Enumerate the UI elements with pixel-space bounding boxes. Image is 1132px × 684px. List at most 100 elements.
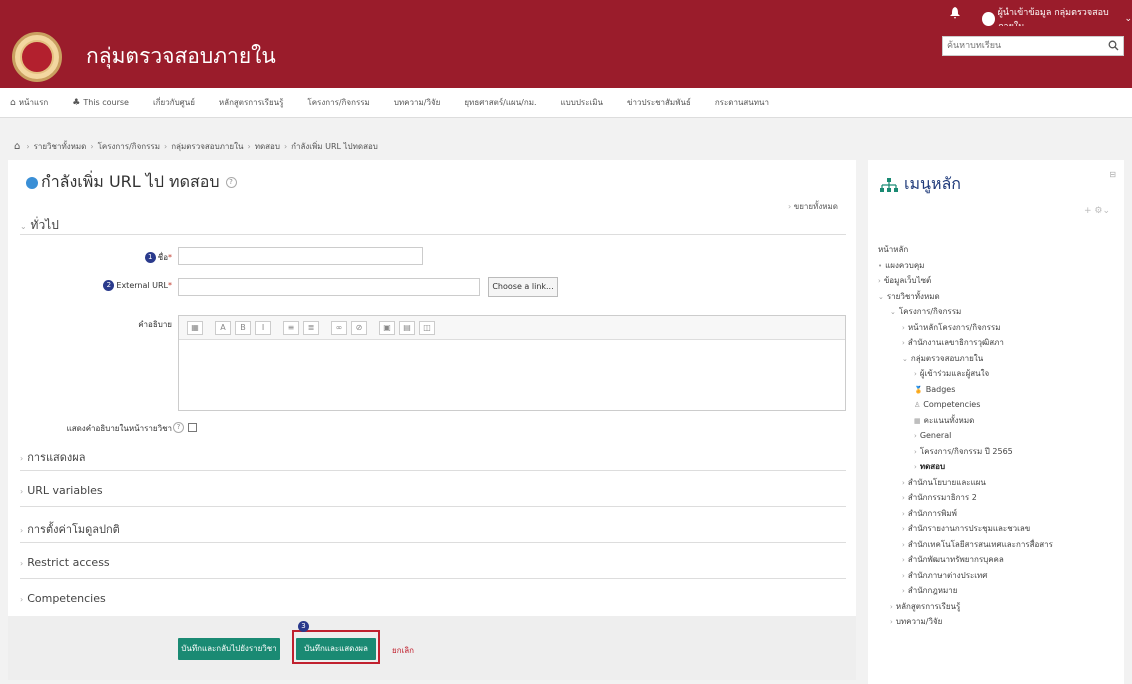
tree-item-label: หน้าหลัก — [878, 245, 909, 254]
toolbar-toggle-icon[interactable]: ▦ — [187, 320, 203, 335]
tree-item[interactable]: › General — [878, 428, 1053, 444]
tree-item[interactable]: › สำนักภาษาต่างประเทศ — [878, 568, 1053, 584]
tree-expander-icon: › — [878, 277, 881, 285]
image-icon[interactable]: ▣ — [379, 320, 395, 335]
tree-item[interactable]: › ทดสอบ — [878, 459, 1053, 475]
tree-item[interactable]: ▦ คะแนนทั้งหมด — [878, 413, 1053, 429]
name-field[interactable] — [178, 247, 423, 265]
tree-item[interactable]: ⌄ กลุ่มตรวจสอบภายใน — [878, 351, 1053, 367]
tree-item[interactable]: › หลักสูตรการเรียนรู้ — [878, 599, 1053, 615]
tree-item[interactable]: 🏅 Badges — [878, 382, 1053, 398]
section-restrict-access-header[interactable]: › Restrict access — [20, 556, 110, 569]
main-content: กำลังเพิ่ม URL ไป ทดสอบ ? › ขยายทั้งหมด … — [8, 160, 856, 680]
show-description-checkbox[interactable] — [188, 423, 197, 432]
choose-link-button[interactable]: Choose a link... — [488, 277, 558, 297]
tree-item-label: หน้าหลักโครงการ/กิจกรรม — [907, 322, 1001, 332]
nav-item-about[interactable]: เกี่ยวกับศูนย์ — [153, 96, 195, 109]
breadcrumb: ⌂ › รายวิชาทั้งหมด › โครงการ/กิจกรรม › ก… — [14, 140, 378, 153]
highlight-frame — [292, 630, 380, 664]
tree-item[interactable]: › ผู้เข้าร่วมและผู้สนใจ — [878, 366, 1053, 382]
tree-item[interactable]: › ข้อมูลเว็บไซต์ — [878, 273, 1053, 289]
tree-expander-icon: › — [902, 556, 905, 564]
step-badge: 3 — [298, 621, 309, 632]
breadcrumb-item[interactable]: กลุ่มตรวจสอบภายใน — [171, 140, 243, 153]
nav-item-articles[interactable]: บทความ/วิจัย — [394, 96, 441, 109]
tree-item-label: ทดสอบ — [919, 462, 946, 471]
nav-item-this-course[interactable]: ♣ This course — [72, 98, 129, 108]
breadcrumb-item[interactable]: ทดสอบ — [255, 140, 280, 153]
breadcrumb-item[interactable]: โครงการ/กิจกรรม — [98, 140, 160, 153]
nav-item-projects[interactable]: โครงการ/กิจกรรม — [307, 96, 369, 109]
breadcrumb-item[interactable]: รายวิชาทั้งหมด — [34, 140, 87, 153]
tree-item[interactable]: › สำนักนโยบายและแผน — [878, 475, 1053, 491]
tree-expander-icon: › — [902, 509, 905, 518]
tree-item[interactable]: › หน้าหลักโครงการ/กิจกรรม — [878, 320, 1053, 336]
tree-item-label: สำนักเทคโนโลยีสารสนเทศและการสื่อสาร — [907, 539, 1053, 549]
bell-icon[interactable] — [950, 7, 960, 19]
section-common-module-settings-header[interactable]: › การตั้งค่าโมดูลปกติ — [20, 520, 120, 538]
nav-item-survey[interactable]: แบบประเมิน — [561, 96, 603, 109]
cancel-button[interactable]: ยกเลิก — [392, 644, 414, 657]
search-box — [942, 36, 1124, 56]
tree-item[interactable]: › สำนักกรรมาธิการ 2 — [878, 490, 1053, 506]
tree-item[interactable]: › สำนักกฎหมาย — [878, 583, 1053, 599]
external-url-field[interactable] — [178, 278, 480, 296]
step-badge: 1 — [144, 252, 156, 263]
expand-all-link[interactable]: › ขยายทั้งหมด — [788, 200, 838, 213]
home-icon[interactable]: ⌂ — [14, 141, 20, 152]
dock-icon[interactable]: ⊟ — [1109, 170, 1116, 179]
help-icon[interactable]: ? — [225, 177, 237, 188]
tree-item[interactable]: › สำนักงานเลขาธิการวุฒิสภา — [878, 335, 1053, 351]
url-module-icon — [26, 176, 38, 189]
tree-item[interactable]: ⌄ โครงการ/กิจกรรม — [878, 304, 1053, 320]
site-title[interactable]: กลุ่มตรวจสอบภายใน — [86, 40, 276, 73]
link-icon[interactable]: ∞ — [331, 320, 347, 335]
tree-item[interactable]: หน้าหลัก — [878, 242, 1053, 258]
tree-item[interactable]: ⌄ รายวิชาทั้งหมด — [878, 289, 1053, 305]
tree-item-label: สำนักการพิมพ์ — [907, 508, 957, 518]
tree-item[interactable]: ♙ Competencies — [878, 397, 1053, 413]
bold-icon[interactable]: B — [235, 320, 251, 335]
nav-item-courses[interactable]: หลักสูตรการเรียนรู้ — [219, 96, 284, 109]
tree-item[interactable]: › สำนักเทคโนโลยีสารสนเทศและการสื่อสาร — [878, 537, 1053, 553]
gear-icon[interactable]: + ⚙⌄ — [1084, 206, 1110, 216]
search-icon[interactable] — [1108, 40, 1119, 51]
section-url-variables-header[interactable]: › URL variables — [20, 484, 103, 497]
help-icon[interactable]: ? — [173, 422, 184, 433]
nav-item-home[interactable]: ⌂ หน้าแรก — [10, 96, 48, 109]
nav-item-news[interactable]: ข่าวประชาสัมพันธ์ — [627, 96, 691, 109]
tree-item[interactable]: › บทความ/วิจัย — [878, 614, 1053, 630]
tree-item-label: ผู้เข้าร่วมและผู้สนใจ — [919, 369, 990, 378]
tree-item-label: สำนักภาษาต่างประเทศ — [907, 570, 988, 580]
italic-icon[interactable]: I — [255, 320, 271, 335]
external-url-label: 2 External URL* — [92, 280, 172, 291]
unordered-list-icon[interactable]: ≡ — [283, 320, 299, 335]
section-general-header[interactable]: ⌄ ทั่วไป — [20, 216, 59, 235]
tree-item[interactable]: › สำนักพัฒนาทรัพยากรบุคคล — [878, 552, 1053, 568]
file-icon[interactable]: ◫ — [419, 320, 435, 335]
tree-item-label: บทความ/วิจัย — [895, 617, 943, 626]
tree-expander-icon: ⌄ — [890, 308, 896, 316]
section-display-header[interactable]: › การแสดงผล — [20, 448, 85, 466]
tree-item[interactable]: › โครงการ/กิจกรรม ปี 2565 — [878, 444, 1053, 460]
paragraph-style-icon[interactable]: A — [215, 320, 231, 335]
tree-expander-icon: › — [890, 602, 893, 611]
description-editor[interactable]: ▦ A B I ≡ ≣ ∞ ⊘ ▣ ▤ ◫ — [178, 315, 846, 411]
tree-item-label: General — [919, 431, 952, 440]
tree-expander-icon: › — [890, 618, 893, 626]
top-bar: ผู้นำเข้าข้อมูล กลุ่มตรวจสอบภายใน ⌄ — [0, 0, 1132, 32]
tree-item[interactable]: • แผงควบคุม — [878, 258, 1053, 274]
tree-expander-icon: ▦ — [914, 416, 921, 425]
tree-item[interactable]: › สำนักการพิมพ์ — [878, 506, 1053, 522]
nav-item-strategy[interactable]: ยุทธศาสตร์/แผน/กม. — [464, 96, 536, 109]
tree-item[interactable]: › สำนักรายงานการประชุมและชวเลข — [878, 521, 1053, 537]
nav-item-forum[interactable]: กระดานสนทนา — [715, 96, 769, 109]
search-input[interactable] — [943, 37, 1103, 55]
media-icon[interactable]: ▤ — [399, 320, 415, 335]
ordered-list-icon[interactable]: ≣ — [303, 320, 319, 335]
site-logo[interactable] — [12, 32, 62, 82]
unlink-icon[interactable]: ⊘ — [351, 320, 367, 335]
save-and-return-button[interactable]: บันทึกและกลับไปยังรายวิชา — [178, 638, 280, 660]
sitemap-icon — [880, 177, 898, 192]
section-competencies-header[interactable]: › Competencies — [20, 592, 106, 605]
